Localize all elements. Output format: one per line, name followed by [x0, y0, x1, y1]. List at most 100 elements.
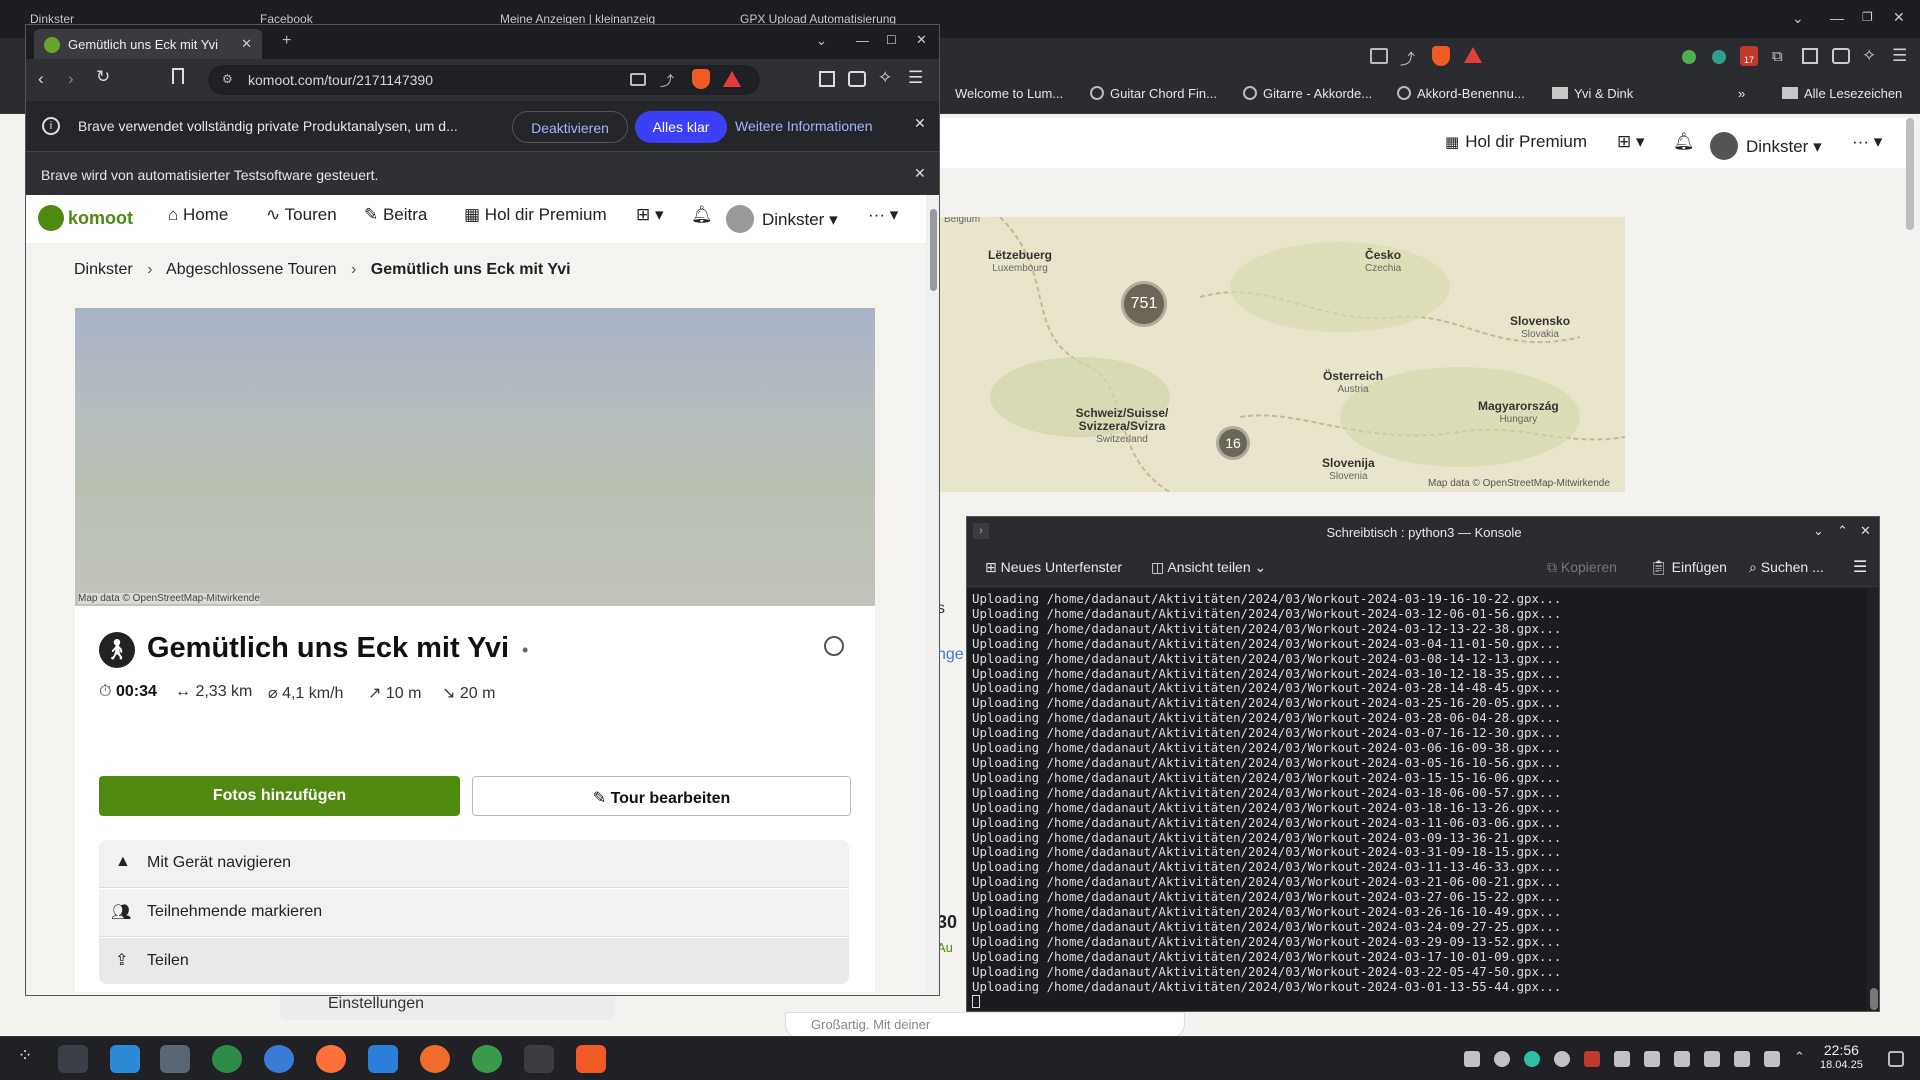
nav-tours[interactable]: ∿ Touren	[266, 205, 337, 225]
taskbar-joplin-icon[interactable]	[368, 1045, 398, 1073]
taskbar-store-icon[interactable]	[110, 1045, 140, 1073]
nav-premium[interactable]: ▦ Hol dir Premium	[464, 205, 607, 225]
action-tag-participants[interactable]: 👥︎ Teilnehmende markieren	[99, 889, 849, 937]
bg-minimize-button[interactable]: —	[1830, 10, 1844, 26]
taskbar-file-manager-icon[interactable]	[160, 1045, 190, 1073]
action-navigate[interactable]: ▲ Mit Gerät navigieren	[99, 840, 849, 888]
address-bar[interactable]: ⚙ komoot.com/tour/2171147390 ⤴	[208, 65, 760, 95]
taskbar-brave-icon[interactable]	[576, 1045, 606, 1073]
nav-add-button[interactable]: ⊞ ▾	[636, 205, 664, 225]
bg-bell-icon[interactable]: 🔔︎	[1673, 132, 1695, 152]
bg-wallet-icon[interactable]	[1832, 48, 1850, 64]
ok-button[interactable]: Alles klar	[635, 111, 727, 143]
konsole-minimize-button[interactable]: ⌄	[1813, 523, 1824, 539]
visibility-globe-icon[interactable]	[824, 636, 844, 656]
nav-home[interactable]: ⌂ Home	[168, 205, 228, 225]
bg-extension-icon-2[interactable]	[1712, 50, 1726, 64]
fg-scrollbar[interactable]	[926, 195, 939, 995]
tray-clipboard-icon[interactable]	[1614, 1051, 1630, 1067]
nav-bell-icon[interactable]: 🔔︎	[691, 205, 713, 225]
bg-rewards-icon[interactable]	[1464, 47, 1482, 63]
taskbar-chrome-icon[interactable]	[472, 1045, 502, 1073]
taskbar-settings-icon[interactable]	[58, 1045, 88, 1073]
bookmark-all[interactable]: Alle Lesezeichen	[1782, 86, 1902, 101]
add-photos-button[interactable]: Fotos hinzufügen	[99, 776, 460, 816]
tray-wifi-icon[interactable]	[1764, 1051, 1780, 1067]
forward-button[interactable]: ›	[68, 69, 74, 89]
info-bar-close-icon[interactable]: ✕	[914, 115, 926, 132]
fg-scroll-thumb[interactable]	[930, 209, 937, 291]
paste-button[interactable]: 📋︎ Einfügen	[1650, 559, 1727, 576]
bg-counter-extension-icon[interactable]: 17	[1740, 46, 1758, 66]
fg-minimize-button[interactable]: —	[856, 33, 869, 48]
bg-share-icon[interactable]: ⤴	[1400, 48, 1415, 69]
nav-posts[interactable]: ✎ Beitra	[364, 205, 440, 225]
taskbar-thunderbird-icon[interactable]	[264, 1045, 294, 1073]
automation-close-icon[interactable]: ✕	[914, 165, 926, 182]
share-icon[interactable]: ⤴	[660, 71, 674, 91]
bookmark-akkord[interactable]: Akkord-Benennu...	[1397, 86, 1525, 101]
tray-expand-icon[interactable]: ⌃	[1794, 1049, 1805, 1065]
tray-notification-icon[interactable]	[1464, 1051, 1480, 1067]
bg-puzzle-icon[interactable]: ⧉	[1772, 48, 1783, 65]
bg-close-button[interactable]: ✕	[1893, 9, 1905, 26]
tray-volume-icon[interactable]	[1734, 1051, 1750, 1067]
konsole-maximize-button[interactable]: ⌃	[1837, 523, 1848, 539]
taskbar-app-icon[interactable]	[212, 1045, 242, 1073]
bg-brave-shield-icon[interactable]	[1432, 46, 1450, 66]
sidebar-toggle-icon[interactable]	[819, 71, 835, 87]
bg-premium-link[interactable]: ▦ Hol dir Premium	[1445, 132, 1587, 152]
terminal-scroll-thumb[interactable]	[1870, 988, 1878, 1010]
bookmark-folder-yvi[interactable]: Yvi & Dink	[1552, 86, 1633, 101]
map-cluster-16[interactable]: 16	[1216, 426, 1250, 460]
bg-partial-link[interactable]: nge	[937, 646, 964, 664]
copy-button[interactable]: ⧉ Kopieren	[1547, 559, 1617, 576]
konsole-menu-icon[interactable]: ☰	[1853, 557, 1867, 577]
leo-icon[interactable]: ✧	[878, 68, 892, 88]
breadcrumb-user[interactable]: Dinkster	[74, 261, 133, 278]
rewards-icon[interactable]	[723, 71, 741, 87]
bg-sidebar-icon[interactable]	[1802, 48, 1818, 64]
tab-close-icon[interactable]: ✕	[241, 36, 252, 52]
more-info-link[interactable]: Weitere Informationen	[735, 118, 872, 134]
bg-map[interactable]: Belgium Lëtzebuerg Luxembourg Česko Czechi…	[940, 217, 1625, 492]
bg-tab-list-chevron[interactable]: ⌄	[1792, 10, 1804, 27]
bg-more-menu[interactable]: ··· ▾	[1852, 132, 1882, 152]
bg-extension-icon[interactable]	[1682, 50, 1696, 64]
map-cluster-751[interactable]: 751	[1121, 281, 1167, 327]
back-button[interactable]: ‹	[38, 69, 44, 89]
tray-clock-icon[interactable]	[1554, 1051, 1570, 1067]
bookmark-icon[interactable]	[172, 68, 184, 84]
terminal-output[interactable]: Uploading /home/dadanaut/Aktivitäten/202…	[967, 588, 1867, 1011]
fg-tab-active[interactable]: Gemütlich uns Eck mit Yvi ✕	[34, 29, 262, 59]
bg-scrollbar[interactable]	[1906, 118, 1914, 230]
fg-tab-list-chevron[interactable]: ⌄	[816, 33, 827, 49]
tray-x-icon[interactable]	[1584, 1051, 1600, 1067]
taskbar-konsole-icon[interactable]	[524, 1045, 554, 1073]
terminal-scrollbar[interactable]	[1867, 588, 1879, 1011]
tray-network-icon[interactable]	[1674, 1051, 1690, 1067]
action-share[interactable]: ⇪ Teilen	[99, 938, 849, 984]
reload-button[interactable]: ↻	[96, 67, 110, 87]
tray-sync-icon[interactable]	[1524, 1051, 1540, 1067]
bg-add-button[interactable]: ⊞ ▾	[1617, 132, 1645, 152]
breadcrumb-completed[interactable]: Abgeschlossene Touren	[166, 261, 337, 278]
tray-bluetooth-icon[interactable]	[1644, 1051, 1660, 1067]
tour-map[interactable]: Map data © OpenStreetMap-Mitwirkende	[75, 308, 875, 606]
menu-icon[interactable]: ☰	[908, 68, 923, 88]
bookmark-overflow-chevron[interactable]: »	[1738, 86, 1745, 101]
bg-restore-button[interactable]: ❐	[1862, 10, 1873, 24]
clock[interactable]: 22:56 18.04.25	[1820, 1043, 1863, 1073]
search-button[interactable]: ⌕ Suchen ...	[1749, 559, 1824, 576]
bookmark-lum[interactable]: Welcome to Lum...	[955, 86, 1063, 101]
site-settings-icon[interactable]: ⚙	[222, 72, 233, 86]
taskbar-app-icon-2[interactable]	[420, 1045, 450, 1073]
new-tab-button[interactable]: ⊞ Neues Unterfenster	[985, 559, 1122, 576]
nav-more-menu[interactable]: ··· ▾	[868, 205, 898, 225]
cast-icon[interactable]	[630, 73, 646, 86]
bg-comment-input[interactable]: Großartig. Mit deiner	[785, 1012, 1185, 1038]
bg-leo-icon[interactable]: ✧	[1862, 46, 1876, 66]
komoot-logo[interactable]: komoot	[38, 205, 133, 231]
wallet-icon[interactable]	[848, 71, 866, 87]
split-view-button[interactable]: ◫ Ansicht teilen ⌄	[1151, 559, 1266, 576]
